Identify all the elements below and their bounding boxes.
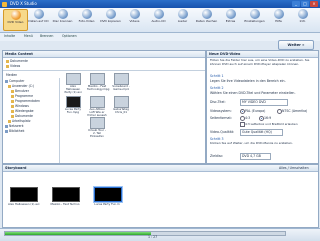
media-panel-title: Media Content [3,51,205,58]
window-title: DVD X Studio [10,1,37,6]
toolbar-erase[interactable]: Daten löschen [195,9,218,29]
video-quality-select[interactable]: Gute Qualität (HQ) [240,129,283,136]
target-disc-select[interactable]: DVD 4,7 GB [240,153,271,160]
music-icon [177,9,188,19]
file-item[interactable]: Lucas Party Fun.mpg [63,96,83,114]
tree-item[interactable]: Programmdaten [11,99,40,103]
minimize-button[interactable]: _ [292,1,300,7]
video-system-label: Videosystem: [210,109,232,113]
ntsc-label: NTSC (Amerika) [282,109,308,113]
tree-item[interactable]: Bibliothek [5,129,24,133]
tab-content[interactable]: Inhalte [4,34,15,38]
disc-usage-bar [4,231,286,236]
tree-videos[interactable]: Videos [6,64,20,68]
disc-title-input[interactable]: MY VIDEO DVD [240,99,288,106]
toolbar-data-cd[interactable]: Daten auf CD [27,9,50,29]
dvd-icon [10,10,21,20]
step-tabs: Inhalte Menü Brennen Optionen [0,33,320,41]
title-bar: DVD X Studio _ □ × [0,0,320,8]
ratio-16-9-label: 16:9 [264,116,272,120]
toolbar-extras[interactable]: Extras [219,9,242,29]
storyboard-clip[interactable] [10,187,38,202]
storyboard-clip-selected[interactable] [93,186,123,203]
dvd-properties-panel: Neue DVD-Video Füllen Sie die Felder hie… [206,50,319,164]
close-button[interactable]: × [310,1,318,7]
file-item[interactable]: Geburtstag Chris_01 [111,96,131,114]
tree-item[interactable]: Computer [5,79,24,83]
tree-header: Medien [6,73,18,77]
target-disc-label: Zieldisc: [210,154,224,158]
tab-burn[interactable]: Brennen [40,34,53,38]
tree-item[interactable]: Windows [11,104,29,108]
toolbar-songs[interactable]: Lieder [171,9,194,29]
aspect-ratio-label: Seitenformat: [210,116,232,120]
media-panel: Media Content Dokumente Videos Medien Co… [2,50,206,164]
video-quality-label: Video-Qualität: [210,130,235,134]
progress-value: 1 : 27 [148,235,158,239]
step-2-heading: Schritt 2 [210,86,224,90]
photo-icon [81,9,92,19]
tree-item[interactable]: Wiedergabe [11,109,34,113]
pal-label: PAL (Europa) [245,109,266,113]
file-item[interactable]: Alex Halloween Party (1).avi [63,73,83,95]
tree-item[interactable]: Netzwerk [5,124,24,128]
tree-item[interactable]: Anwender (C:) [8,84,34,88]
step-3-text: Klicken Sie auf Weiter, um die DVD-Menüs… [210,141,293,145]
clip-label: Alex Halloween (1).avi [8,202,40,206]
help-icon [273,9,284,19]
toolbar-settings[interactable]: Einstellungen [243,9,266,29]
disc-title-label: Disc-Titel: [210,100,226,104]
disc-icon [33,9,44,19]
tree-item[interactable]: Dokumente [11,114,33,118]
maximize-button[interactable]: □ [301,1,309,7]
toolbar-info[interactable]: Info [291,9,314,29]
tree-item[interactable]: Arbeitsplatz [8,119,31,123]
tree-item[interactable]: Benutzer [11,89,29,93]
toolbar-photo-video[interactable]: Foto-Video [75,9,98,29]
toolbar-dvd-video[interactable]: DVD Video [3,9,28,31]
copy-icon [105,9,116,19]
folder-tree: Computer Anwender (C:) Benutzer Programm… [3,78,60,163]
storyboard-panel: Storyboard Alles / Umschalten Alex Hallo… [2,164,319,228]
toolbar-help[interactable]: Hilfe [267,9,290,29]
ratio-4-3-label: 4:3 [245,116,251,120]
extras-icon [225,9,236,19]
toolbar-audio-cd[interactable]: Audio-CD [147,9,170,29]
tree-item[interactable]: Programme [11,94,33,98]
next-button[interactable]: Weiter » [278,40,314,50]
storyboard-clip[interactable] [52,187,80,202]
tab-options[interactable]: Optionen [62,34,77,38]
file-item[interactable]: Urlaub Tour - 2. Teil Einkaufen [87,117,107,139]
disc-usage-fill [5,232,151,235]
properties-title: Neue DVD-Video [207,51,318,58]
status-bar: 1 : 27 [0,228,320,241]
intro-text: Füllen Sie die Felder hier aus, um eine … [210,58,310,66]
divider [3,70,205,71]
clip-label: Mexiko - Fest Techno [50,202,80,206]
clip-label: Lucas Party Fun.m [94,202,120,206]
step-1-text: Legen Sie Ihre Videodateien in den Berei… [210,79,286,83]
step-2-text: Wählen Sie einen DVD-Titel und Parameter… [210,91,296,95]
burn-icon [57,9,68,19]
gear-icon [249,9,260,19]
main-toolbar: DVD Video Daten auf CD Disc brennen Foto… [0,8,320,33]
audio-icon [153,9,164,19]
app-icon [2,1,7,7]
step-1-heading: Schritt 1 [210,74,224,78]
storyboard-view-toggle[interactable]: Alles / Umschalten [279,166,309,170]
toolbar-copy-dvd[interactable]: DVD kopieren [99,9,122,29]
storyboard-title: Storyboard [3,165,318,172]
toolbar-burn-disc[interactable]: Disc brennen [51,9,74,29]
info-icon [297,9,308,19]
tree-documents[interactable]: Dokumente [6,59,28,63]
letterbox-label: 4:3 Letterbox und Breitbild erlauben [245,122,298,126]
tab-menu[interactable]: Menü [24,34,33,38]
video-icon [129,9,140,19]
file-item[interactable]: Snowboard - Game.mp4 [111,73,131,91]
file-item[interactable]: Aus Altbau Loft Wie er früher aussah [87,96,107,118]
toolbar-videos[interactable]: Videos [123,9,146,29]
erase-icon [201,9,212,19]
file-item[interactable]: Mexiko - Fest Technology.mpg [87,73,109,91]
